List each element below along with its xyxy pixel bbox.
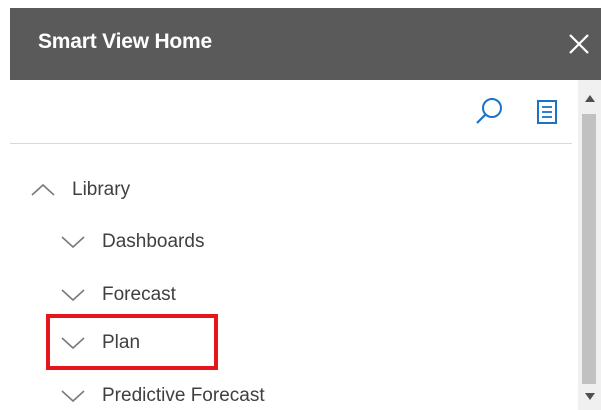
close-button[interactable]	[559, 24, 599, 64]
scroll-up-button[interactable]	[578, 88, 601, 108]
panel-title: Smart View Home	[38, 30, 213, 53]
tree-node-label: Dashboards	[102, 231, 205, 252]
tree-node-label: Predictive Forecast	[102, 385, 265, 406]
tree-node-dashboards[interactable]: Dashboards	[58, 222, 204, 262]
vertical-scrollbar[interactable]	[578, 80, 601, 410]
chevron-up-icon	[28, 180, 58, 200]
tree-node-label: Forecast	[102, 284, 176, 305]
list-view-button[interactable]	[529, 94, 565, 130]
scroll-down-arrow-icon	[584, 392, 595, 400]
chevron-down-icon	[58, 333, 88, 353]
search-icon	[476, 98, 502, 124]
chevron-down-icon	[58, 232, 88, 252]
tree-node-forecast[interactable]: Forecast	[58, 275, 176, 315]
scroll-up-arrow-icon	[584, 94, 595, 102]
tree-node-library[interactable]: Library	[28, 170, 130, 210]
tree-node-predictive-forecast[interactable]: Predictive Forecast	[58, 376, 265, 410]
panel-header: Smart View Home	[10, 8, 601, 80]
chevron-down-icon	[58, 285, 88, 305]
tree-node-label: Plan	[102, 332, 141, 353]
scroll-thumb[interactable]	[582, 114, 596, 384]
tree-node-label: Library	[72, 179, 131, 200]
search-button[interactable]	[472, 94, 508, 130]
panel-toolbar	[10, 80, 572, 144]
tree-node-plan[interactable]: Plan	[58, 323, 140, 363]
scroll-down-button[interactable]	[578, 386, 601, 406]
close-icon	[569, 34, 589, 54]
list-icon	[537, 100, 557, 124]
smart-view-panel: Smart View Home Library Dashboards Forec…	[0, 0, 601, 410]
chevron-down-icon	[58, 386, 88, 406]
